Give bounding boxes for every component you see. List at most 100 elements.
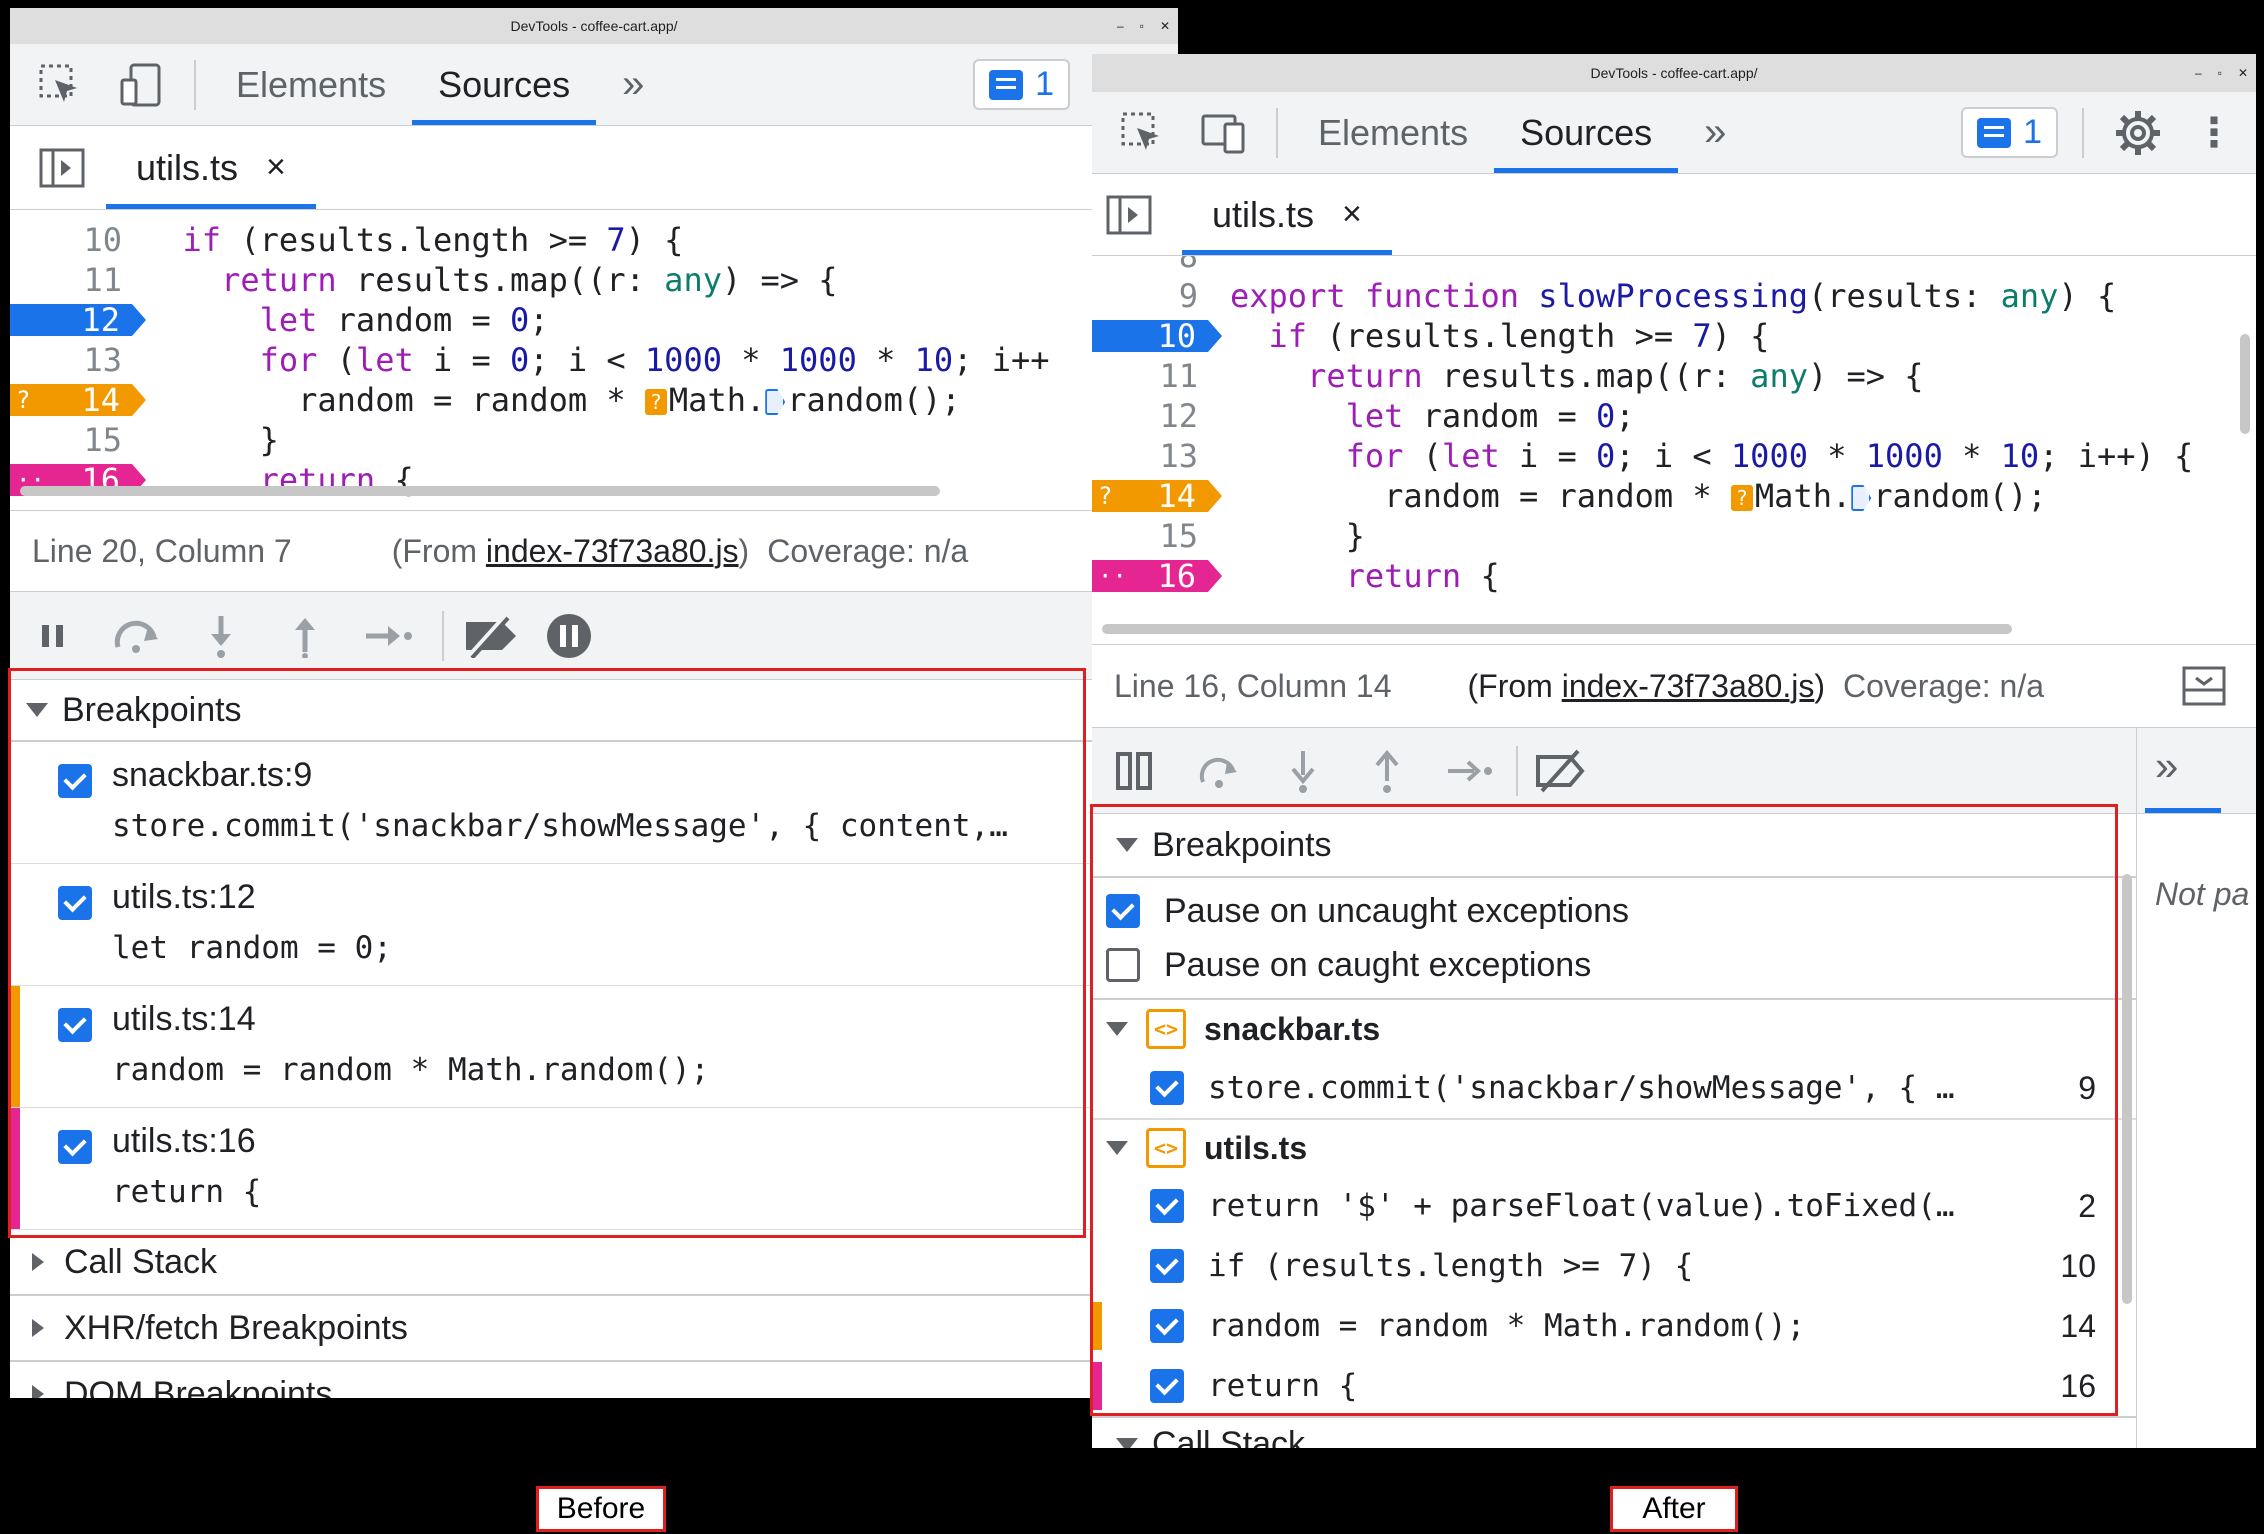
code-line[interactable]: 15 } [10,420,1178,460]
step-into-icon[interactable] [192,607,250,665]
step-out-icon[interactable] [276,607,334,665]
file-tab-utils-ts[interactable]: utils.ts × [1182,174,1392,255]
logpoint-marker[interactable]: ·· 16 [1092,560,1222,592]
code-line[interactable]: 8 [1092,256,2256,276]
breakpoint-marker[interactable]: 12 [10,304,146,336]
step-over-icon[interactable] [1190,742,1248,800]
collapsed-section-header[interactable]: XHR/fetch Breakpoints [10,1296,1178,1362]
toggle-drawer-icon[interactable] [2182,666,2226,706]
toggle-navigator-icon[interactable] [1104,195,1154,235]
breakpoint-item[interactable]: return {16 [1092,1356,2136,1416]
line-number[interactable]: 13 [1092,436,1208,476]
inspect-element-icon[interactable] [30,62,90,108]
inspect-element-icon[interactable] [1112,110,1172,156]
device-toolbar-icon[interactable] [1194,110,1254,156]
more-tabs-chevron-icon[interactable]: » [596,44,670,125]
code-line[interactable]: 15 } [1092,516,2256,556]
code-line[interactable]: ? 14 random = random * ? Math. random(); [1092,476,2256,516]
line-number[interactable]: 11 [10,260,132,300]
step-into-icon[interactable] [1274,742,1332,800]
conditional-breakpoint-marker[interactable]: ? [644,389,667,415]
editor-horizontal-scrollbar[interactable] [20,486,940,496]
editor-horizontal-scrollbar[interactable] [1102,624,2012,634]
breakpoint-checkbox[interactable] [1150,1189,1184,1223]
breakpoint-file-group[interactable]: <> snackbar.ts [1092,1000,2136,1058]
line-number[interactable]: 15 [10,420,132,460]
call-stack-section-header[interactable]: Call Stack [1092,1416,2136,1448]
line-number[interactable]: 9 [1092,276,1208,316]
line-number[interactable]: 13 [10,340,132,380]
before-code-editor[interactable]: 10 if (results.length >= 7) {11 return r… [10,210,1178,500]
pause-icon[interactable] [24,607,82,665]
step-over-icon[interactable] [108,607,166,665]
step-icon[interactable] [1442,742,1500,800]
code-line[interactable]: ? 14 random = random * ? Math. random(); [10,380,1178,420]
breakpoint-checkbox[interactable] [1150,1071,1184,1105]
source-map-link[interactable]: index-73f73a80.js [486,533,739,569]
more-panes-chevron-icon[interactable]: » [2155,742,2178,790]
editor-vertical-scrollbar[interactable] [2240,334,2250,434]
breakpoint-item[interactable]: store.commit('snackbar/showMessage', { …… [1092,1058,2136,1118]
breakpoint-checkbox[interactable] [58,1130,92,1164]
minimize-icon[interactable]: – [2195,66,2202,80]
maximize-icon[interactable]: ▫ [2218,66,2222,80]
breakpoint-file-group[interactable]: <> utils.ts [1092,1118,2136,1176]
tab-elements[interactable]: Elements [1292,92,1494,173]
exception-checkbox[interactable] [1106,948,1140,982]
deactivate-breakpoints-icon[interactable] [1532,742,1590,800]
breakpoint-item[interactable]: return '$' + parseFloat(value).toFixed(…… [1092,1176,2136,1236]
breakpoint-checkbox[interactable] [1150,1369,1184,1403]
breakpoint-item[interactable]: snackbar.ts:9 store.commit('snackbar/show… [10,742,1178,864]
code-line[interactable]: 13 for (let i = 0; i < 1000 * 1000 * 10;… [1092,436,2256,476]
after-code-editor[interactable]: 8 9 export function slowProcessing(results… [1092,256,2256,638]
more-tabs-chevron-icon[interactable]: » [1678,92,1752,173]
line-number[interactable]: 11 [1092,356,1208,396]
conditional-breakpoint-marker[interactable]: ? [1730,485,1753,511]
code-line[interactable]: 10 if (results.length >= 7) { [10,220,1178,260]
deactivate-breakpoints-icon[interactable] [462,607,520,665]
code-line[interactable]: 10 if (results.length >= 7) { [1092,316,2256,356]
inline-breakpoint-marker[interactable] [765,389,786,415]
exception-option[interactable]: Pause on caught exceptions [1092,938,2136,992]
breakpoint-checkbox[interactable] [1150,1249,1184,1283]
line-number[interactable]: 15 [1092,516,1208,556]
tab-sources[interactable]: Sources [1494,92,1679,173]
breakpoint-item[interactable]: random = random * Math.random(); 14 [1092,1296,2136,1356]
breakpoint-checkbox[interactable] [1150,1309,1184,1343]
breakpoint-checkbox[interactable] [58,1008,92,1042]
inline-breakpoint-marker[interactable] [1851,485,1872,511]
issues-counter-button[interactable]: 1 [973,59,1070,110]
breakpoint-item[interactable]: utils.ts:14 random = random * Math.random… [10,986,1178,1108]
collapsed-section-header[interactable]: DOM Breakpoints [10,1362,1178,1398]
close-icon[interactable]: ✕ [1160,19,1170,33]
close-icon[interactable]: ✕ [2238,66,2248,80]
pause-icon[interactable] [1106,742,1164,800]
tab-elements[interactable]: Elements [210,44,412,125]
code-line[interactable]: 12 let random = 0; [1092,396,2256,436]
conditional-breakpoint-marker[interactable]: ? 14 [10,384,146,416]
breakpoint-marker[interactable]: 10 [1092,320,1222,352]
file-tab-utils-ts[interactable]: utils.ts × [106,126,316,209]
maximize-icon[interactable]: ▫ [1140,19,1144,33]
device-toolbar-icon[interactable] [112,62,172,108]
exception-checkbox[interactable] [1106,894,1140,928]
code-line[interactable]: 13 for (let i = 0; i < 1000 * 1000 * 10;… [10,340,1178,380]
close-tab-icon[interactable]: × [1342,195,1362,234]
more-options-icon[interactable]: ⋮ [2194,110,2234,156]
code-line[interactable]: 11 return results.map((r: any) => { [10,260,1178,300]
conditional-breakpoint-marker[interactable]: ? 14 [1092,480,1222,512]
collapsed-section-header[interactable]: Call Stack [10,1230,1178,1296]
gear-icon[interactable] [2112,109,2164,157]
tab-sources[interactable]: Sources [412,44,597,125]
code-line[interactable]: 9 export function slowProcessing(results:… [1092,276,2256,316]
breakpoint-item[interactable]: utils.ts:16 return { [10,1108,1178,1230]
code-line[interactable]: 11 return results.map((r: any) => { [1092,356,2256,396]
step-icon[interactable] [360,607,418,665]
breakpoint-item[interactable]: utils.ts:12 let random = 0; [10,864,1178,986]
pause-on-exceptions-icon[interactable] [540,607,598,665]
step-out-icon[interactable] [1358,742,1416,800]
breakpoint-checkbox[interactable] [58,886,92,920]
minimize-icon[interactable]: – [1117,19,1124,33]
source-map-link[interactable]: index-73f73a80.js [1562,668,1815,704]
toggle-navigator-icon[interactable] [32,148,92,188]
